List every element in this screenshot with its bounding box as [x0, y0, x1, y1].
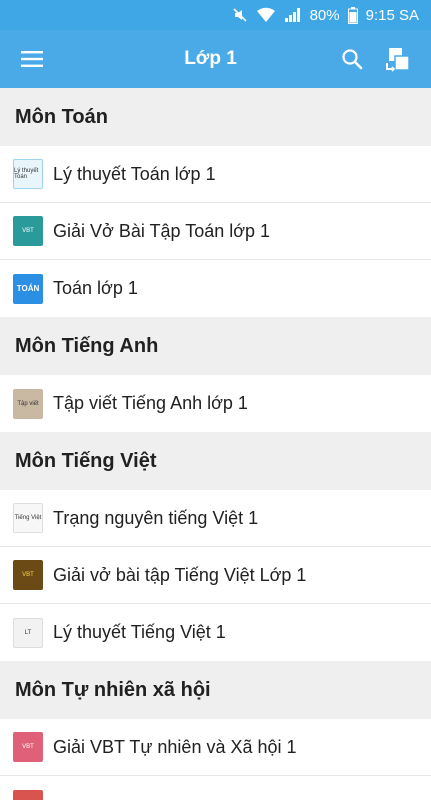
section-tu-nhien-xa-hoi: VBT Giải VBT Tự nhiên và Xã hội 1 [0, 719, 431, 800]
thumbnail-icon [13, 789, 43, 800]
battery-icon [347, 6, 358, 24]
list-item[interactable] [0, 776, 431, 800]
section-header-toan: Môn Toán [0, 88, 431, 146]
signal-icon [284, 7, 302, 23]
list-item[interactable]: LT Lý thuyết Tiếng Việt 1 [0, 604, 431, 661]
thumbnail-icon: LT [13, 617, 43, 648]
section-header-tieng-anh: Môn Tiếng Anh [0, 317, 431, 375]
thumbnail-icon: Tập viết [13, 388, 43, 419]
page-title: Lớp 1 [184, 48, 237, 69]
list-item-label: Giải VBT Tự nhiên và Xã hội 1 [53, 736, 297, 757]
section-header-tieng-viet: Môn Tiếng Việt [0, 432, 431, 490]
thumbnail-icon: TOÁN [13, 273, 43, 304]
thumbnail-icon: VBT [13, 216, 43, 246]
menu-icon [21, 51, 43, 67]
app-bar: Lớp 1 [0, 30, 431, 88]
list-item-label: Giải Vở Bài Tập Toán lớp 1 [53, 220, 271, 241]
section-header-tu-nhien-xa-hoi: Môn Tự nhiên xã hội [0, 661, 431, 719]
list-item-label: Giải vở bài tập Tiếng Việt Lớp 1 [53, 564, 307, 585]
list-item[interactable]: Tiếng Việt Trạng nguyên tiếng Việt 1 [0, 490, 431, 547]
status-bar: 80% 9:15 SA [0, 0, 431, 30]
section-tieng-viet: Tiếng Việt Trạng nguyên tiếng Việt 1 VBT… [0, 490, 431, 661]
thumbnail-icon: VBT [13, 560, 43, 590]
list-item[interactable]: VBT Giải vở bài tập Tiếng Việt Lớp 1 [0, 547, 431, 604]
section-tieng-anh: Tập viết Tập viết Tiếng Anh lớp 1 [0, 375, 431, 432]
battery-percent: 80% [309, 6, 340, 24]
category-list: Môn Toán Lý thuyết Toán Lý thuyết Toán l… [0, 88, 431, 800]
list-item[interactable]: VBT Giải Vở Bài Tập Toán lớp 1 [0, 203, 431, 260]
search-icon [342, 49, 363, 70]
list-item-label: Trạng nguyên tiếng Việt 1 [53, 507, 259, 528]
search-button[interactable] [329, 30, 375, 88]
list-item[interactable]: Tập viết Tập viết Tiếng Anh lớp 1 [0, 375, 431, 432]
list-item-label: Lý thuyết Toán lớp 1 [53, 163, 216, 184]
thumbnail-icon: VBT [13, 732, 43, 762]
share-button[interactable] [375, 30, 421, 88]
list-item-label: Lý thuyết Tiếng Việt 1 [53, 622, 226, 642]
section-toan: Lý thuyết Toán Lý thuyết Toán lớp 1 VBT … [0, 146, 431, 317]
mute-icon [232, 7, 248, 23]
list-item-label: Tập viết Tiếng Anh lớp 1 [53, 393, 248, 413]
wifi-icon [256, 7, 276, 23]
thumbnail-icon: Tiếng Việt [13, 503, 43, 533]
list-item[interactable]: VBT Giải VBT Tự nhiên và Xã hội 1 [0, 719, 431, 776]
thumbnail-icon: Lý thuyết Toán [13, 159, 43, 189]
share-icon [386, 48, 410, 72]
menu-button[interactable] [0, 30, 64, 88]
list-item[interactable]: Lý thuyết Toán Lý thuyết Toán lớp 1 [0, 146, 431, 203]
status-time: 9:15 SA [365, 6, 419, 24]
list-item[interactable]: TOÁN Toán lớp 1 [0, 260, 431, 317]
list-item-label: Toán lớp 1 [53, 278, 138, 298]
